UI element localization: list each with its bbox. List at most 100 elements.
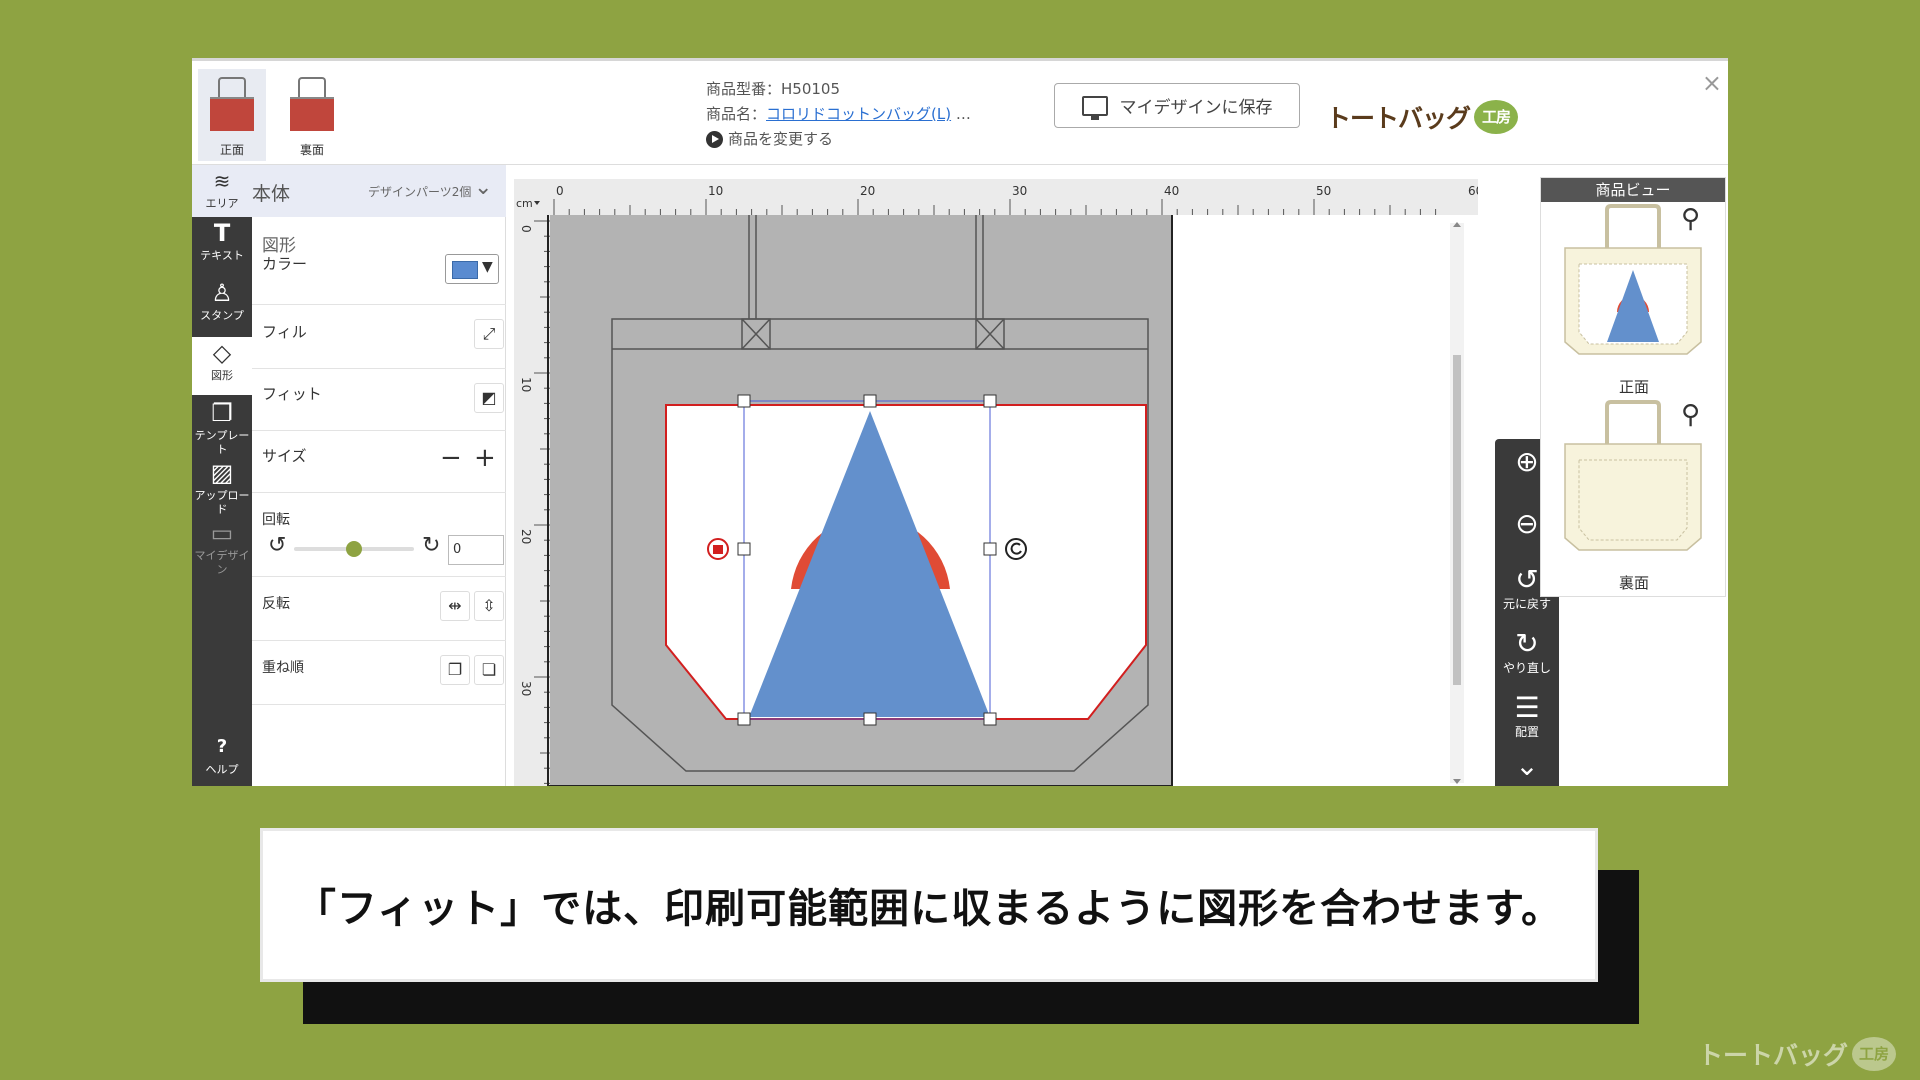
ruler-x-label: 0 (556, 184, 564, 198)
tool-stamp-label: スタンプ (200, 309, 244, 322)
rotate-handle-icon[interactable] (1005, 538, 1027, 560)
flip-vertical-icon: ⇳ (482, 596, 496, 615)
align-button[interactable]: ☰ 配置 (1495, 691, 1559, 739)
fill-button[interactable]: ⤢ (474, 319, 504, 349)
play-icon (706, 131, 723, 148)
tool-text[interactable]: T テキスト (192, 217, 252, 275)
product-info: 商品型番：H50105 商品名：コロリドコットンバッグ(L) … 商品を変更する (706, 77, 971, 152)
color-picker[interactable]: ▼ (445, 254, 499, 284)
rotate-row: 回転 ↺ ↻ 0 (252, 493, 506, 577)
flip-vertical-button[interactable]: ⇳ (474, 591, 504, 621)
tool-text-label: テキスト (200, 249, 244, 262)
mydesign-icon: ▭ (210, 519, 234, 547)
delete-handle-icon[interactable] (707, 538, 729, 560)
flip-horizontal-icon: ⇹ (448, 596, 462, 615)
caption-box: 「フィット」では、印刷可能範囲に収まるように図形を合わせます。 (260, 828, 1598, 982)
tool-mydesign[interactable]: ▭ マイデザイン (192, 517, 252, 576)
front-label: 正面 (1618, 378, 1649, 396)
flip-horizontal-button[interactable]: ⇹ (440, 591, 470, 621)
back-side-button[interactable]: 裏面 (278, 69, 346, 161)
align-label: 配置 (1514, 725, 1539, 739)
product-name-prefix: 商品名： (706, 105, 767, 123)
design-parts-count: デザインパーツ2個 (368, 185, 472, 199)
ruler-x-label: 10 (708, 184, 723, 198)
template-icon: ❐ (211, 399, 233, 427)
watermark-badge: 工房 (1852, 1037, 1897, 1071)
layers-icon: ≋ (213, 169, 231, 193)
logo-badge: 工房 (1474, 100, 1519, 134)
rotate-right-icon[interactable]: ↻ (422, 533, 440, 559)
save-mydesign-button[interactable]: マイデザインに保存 (1054, 83, 1300, 128)
design-editor: 正面 裏面 商品型番：H50105 商品名：コロリドコットンバッグ(L) … 商… (192, 58, 1728, 786)
size-label: サイズ (262, 447, 307, 465)
tool-stamp[interactable]: ♙ スタンプ (192, 277, 252, 335)
ruler-x-label: 60 (1468, 184, 1478, 198)
fill-label: フィル (262, 323, 307, 341)
caption-text: 「フィット」では、印刷可能範囲に収まるように図形を合わせます。 (295, 886, 1563, 932)
ruler-unit[interactable]: cm (516, 197, 533, 210)
area-label: エリア (205, 197, 239, 210)
logo-text: トートバッグ (1326, 104, 1471, 133)
change-product-label: 商品を変更する (728, 130, 834, 148)
watermark-logo: トートバッグ 工房 (1698, 1036, 1897, 1072)
shape-panel: ≋ エリア 本体 デザインパーツ2個 ⌄ 図形 カラー ▼ フィル ⤢ フィット… (192, 165, 506, 786)
stamp-icon: ♙ (211, 279, 233, 307)
monitor-icon (1081, 95, 1108, 120)
product-name-link[interactable]: コロリドコットンバッグ(L) (766, 105, 951, 123)
ruler-y-label: 30 (519, 681, 533, 696)
rotate-left-icon[interactable]: ↺ (268, 533, 286, 559)
ruler-x-label: 50 (1316, 184, 1331, 198)
front-side-button[interactable]: 正面 (198, 69, 266, 161)
bag-front-icon (210, 77, 254, 133)
rotate-input[interactable]: 0 (448, 535, 504, 565)
size-increase-button[interactable]: + (474, 445, 496, 471)
canvas-svg[interactable]: 0 10 20 30 40 50 60 0 10 20 30 cm (514, 179, 1478, 786)
change-product-link[interactable]: 商品を変更する (706, 127, 971, 152)
redo-icon: ↻ (1515, 627, 1539, 660)
tool-help[interactable]: ? ヘルプ (192, 731, 252, 786)
text-icon: T (213, 219, 231, 247)
fit-icon: ◩ (481, 388, 497, 407)
fit-button[interactable]: ◩ (474, 383, 504, 413)
size-row: サイズ − + (252, 431, 506, 493)
flip-label: 反転 (262, 596, 290, 612)
ruler-y-label: 10 (519, 377, 533, 392)
ruler-x-label: 30 (1012, 184, 1027, 198)
area-selector[interactable]: ≋ エリア 本体 デザインパーツ2個 ⌄ (192, 165, 506, 217)
design-canvas[interactable]: 0 10 20 30 40 50 60 0 10 20 30 cm (514, 179, 1478, 786)
watermark-text: トートバッグ (1698, 1041, 1849, 1070)
ruler-y-label: 0 (519, 225, 533, 233)
bring-front-icon: ❐ (447, 660, 463, 679)
upload-icon: ▨ (210, 459, 234, 487)
fill-row: フィル ⤢ (252, 305, 506, 369)
ruler-y-label: 20 (519, 529, 533, 544)
tool-mydesign-label: マイデザイン (194, 549, 250, 576)
rotate-slider-knob[interactable] (346, 541, 362, 557)
magnify-front-icon[interactable]: ⚲ (1681, 204, 1700, 234)
chevron-down-icon[interactable]: ⌄ (474, 175, 492, 200)
product-view-title: 商品ビュー (1541, 178, 1725, 202)
close-button[interactable]: × (1702, 69, 1722, 97)
product-view: 商品ビュー 正面 ⚲ 裏面 ⚲ (1540, 177, 1726, 597)
header: 正面 裏面 商品型番：H50105 商品名：コロリドコットンバッグ(L) … 商… (192, 61, 1728, 165)
order-label: 重ね順 (262, 660, 304, 676)
tool-upload[interactable]: ▨ アップロード (192, 457, 252, 516)
tool-template[interactable]: ❐ テンプレート (192, 397, 252, 456)
color-row: カラー ▼ (252, 251, 506, 305)
redo-button[interactable]: ↻ やり直し (1495, 627, 1559, 675)
size-decrease-button[interactable]: − (440, 445, 462, 471)
product-name-ellipsis: … (955, 105, 971, 123)
send-back-button[interactable]: ❏ (474, 655, 504, 685)
front-side-label: 正面 (219, 143, 244, 157)
order-row: 重ね順 ❐ ❏ (252, 641, 506, 705)
magnify-back-icon[interactable]: ⚲ (1681, 400, 1700, 430)
more-button[interactable]: ⌄ (1495, 749, 1559, 783)
tool-shape[interactable]: ◇ 図形 (192, 337, 252, 395)
bring-front-button[interactable]: ❐ (440, 655, 470, 685)
color-label: カラー (262, 255, 308, 273)
ruler-x-label: 20 (860, 184, 875, 198)
product-code: 商品型番：H50105 (706, 80, 840, 98)
scrollbar-thumb[interactable] (1453, 355, 1461, 685)
send-back-icon: ❏ (481, 660, 497, 679)
align-icon: ☰ (1514, 691, 1540, 724)
